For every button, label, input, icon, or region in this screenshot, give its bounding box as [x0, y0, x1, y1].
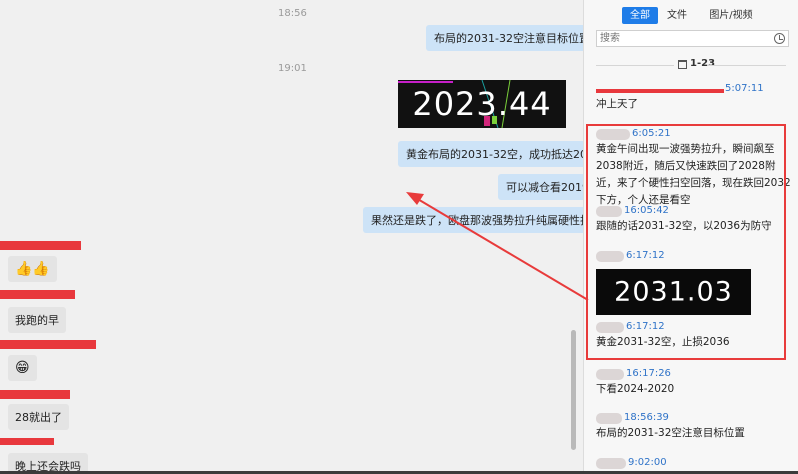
history-item-meta: 9:02:00: [596, 457, 791, 470]
annotation-highlight-box: [586, 124, 786, 360]
date-range-row: 1-23: [584, 58, 798, 71]
history-item-time: 5:07:11: [725, 83, 764, 94]
image-price-text: 2023.44: [412, 85, 552, 123]
tab-files[interactable]: 文件: [662, 7, 692, 24]
message-bubble-fell[interactable]: 果然还是跌了，欧盘那波强势拉升纯属硬性扫空: [363, 207, 583, 233]
blurred-sender-name: [596, 413, 622, 424]
blurred-sender-name: [596, 369, 624, 380]
clock-icon[interactable]: [774, 33, 785, 44]
reply-bubble-grin[interactable]: 😁: [8, 355, 37, 381]
grin-emoji: 😁: [15, 360, 30, 376]
thumbs-up-emoji: 👍👍: [15, 261, 50, 277]
history-item-time: 9:02:00: [628, 457, 667, 468]
chat-timestamp: 19:01: [278, 63, 307, 74]
history-item[interactable]: 9:02:00: [596, 457, 791, 470]
redacted-sender-name: [596, 89, 724, 93]
chat-timestamp: 18:56: [278, 8, 307, 19]
calendar-icon[interactable]: [678, 60, 687, 69]
tab-media[interactable]: 图片/视频: [702, 7, 760, 24]
divider: [596, 65, 674, 66]
date-range-label: 1-23: [690, 58, 716, 69]
search-input[interactable]: [597, 31, 767, 46]
history-item[interactable]: 18:56:39 布局的2031-32空注意目标位置: [596, 412, 791, 442]
message-bubble-reduce[interactable]: 可以减仓看2019附近: [498, 174, 583, 200]
reply-bubble-early[interactable]: 我跑的早: [8, 307, 66, 333]
history-item-text: 下看2024-2020: [596, 383, 675, 395]
reply-bubble-thumbs[interactable]: 👍👍: [8, 256, 57, 282]
history-item[interactable]: 16:17:26 下看2024-2020: [596, 368, 791, 398]
reply-bubble-28[interactable]: 28就出了: [8, 404, 69, 430]
history-item-meta: 18:56:39: [596, 412, 791, 425]
history-item-time: 16:17:26: [626, 368, 671, 379]
chat-pane: 18:56 布局的2031-32空注意目标位置 19:01 2023.44 黄金…: [0, 0, 583, 474]
history-item[interactable]: 5:07:11 冲上天了: [596, 83, 791, 113]
redacted-sender-name: [0, 290, 75, 299]
message-bubble-target[interactable]: 布局的2031-32空注意目标位置: [426, 25, 583, 51]
tab-all[interactable]: 全部: [622, 7, 658, 24]
redacted-sender-name: [0, 438, 54, 445]
history-item-meta: 16:17:26: [596, 368, 791, 381]
message-bubble-reached[interactable]: 黄金布局的2031-32空，成功抵达2023: [398, 141, 583, 167]
history-item-meta: 5:07:11: [596, 83, 791, 96]
search-box[interactable]: [596, 30, 789, 47]
redacted-sender-name: [0, 241, 81, 250]
redacted-sender-name: [0, 340, 96, 349]
chat-scrollbar[interactable]: [571, 330, 576, 450]
divider: [708, 65, 786, 66]
history-item-text: 布局的2031-32空注意目标位置: [596, 427, 745, 439]
history-item-time: 18:56:39: [624, 412, 669, 423]
chart-image-message[interactable]: 2023.44: [398, 80, 566, 128]
redacted-sender-name: [0, 390, 70, 399]
history-item-text: 冲上天了: [596, 98, 638, 110]
blurred-sender-name: [596, 458, 626, 469]
